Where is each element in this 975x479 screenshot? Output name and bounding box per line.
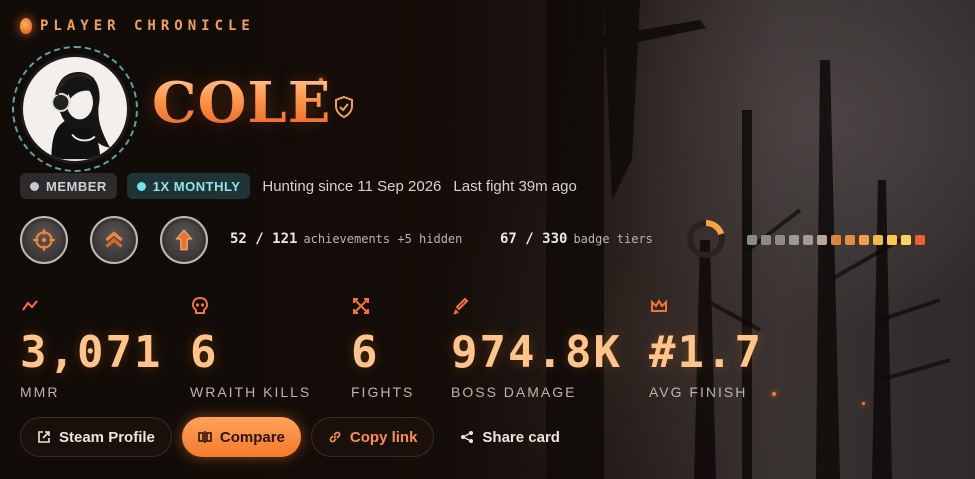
monthly-badge: 1X MONTHLY [126,173,251,199]
tier-swatch [775,235,785,245]
stat-value: 6 [351,327,380,378]
stat-wraith-kills: 6 WRAITH KILLS [190,296,311,400]
member-label: MEMBER [46,178,107,194]
tier-swatch [887,235,897,245]
tier-swatch [789,235,799,245]
compare-button[interactable]: Compare [181,417,301,457]
tier-swatches [747,235,925,245]
external-link-icon [38,431,50,443]
tier-swatch [915,235,925,245]
tier-swatch [747,235,757,245]
member-badge: MEMBER [20,173,117,199]
tier-progress-ring [687,220,725,258]
stat-label: FIGHTS [351,384,415,400]
tier-swatch [845,235,855,245]
share-card-label: Share card [482,428,560,446]
stat-label: WRAITH KILLS [190,384,312,400]
steam-profile-button[interactable]: Steam Profile [20,417,172,457]
steam-profile-label: Steam Profile [59,428,155,446]
tier-swatch [859,235,869,245]
shield-check-icon [335,95,353,119]
tier-swatch [803,235,813,245]
avatar [20,54,130,164]
badge-arrow[interactable] [160,216,208,264]
crossed-swords-icon [353,298,369,314]
hunting-since: Hunting since 11 Sep 2026 [262,177,442,195]
stat-mmr: 3,071 MMR [20,296,162,400]
crown-icon [651,299,667,312]
section-eyebrow: PLAYER CHRONICLE [20,18,255,34]
tier-swatch [817,235,827,245]
action-bar: Steam Profile Compare Copy link Share ca… [20,417,576,457]
tier-swatch [873,235,883,245]
badge-rank[interactable] [90,216,138,264]
ember-spark [772,392,776,396]
stat-value: 974.8K [451,327,622,378]
compare-label: Compare [219,428,285,446]
tier-swatch [831,235,841,245]
badge-tiers-summary: 67 / 330 badge tiers [500,231,653,247]
share-icon [461,431,474,443]
monthly-dot-icon [136,181,146,191]
status-row: MEMBER 1X MONTHLY Hunting since 11 Sep 2… [20,173,577,199]
badge-tiers-count: 67 / 330 [500,231,568,247]
compare-icon [198,431,212,443]
avatar-ring[interactable] [12,46,138,172]
last-fight: Last fight 39m ago [453,177,577,195]
share-card-button[interactable]: Share card [444,417,576,457]
badge-tiers-label: badge tiers [573,232,653,246]
skull-icon [191,296,209,314]
badge-row [20,216,208,264]
player-card: PLAYER CHRONICLE COLE MEMBER 1X MONTHLY … [0,0,975,479]
achievements-summary: 52 / 121 achievements +5 hidden [230,231,462,247]
copy-link-label: Copy link [349,428,418,446]
stat-label: BOSS DAMAGE [451,384,577,400]
arrow-up-icon [175,229,193,251]
stat-avg-finish: #1.7 AVG FINISH [649,296,763,400]
stat-value: #1.7 [649,327,763,378]
stat-value: 6 [190,327,219,378]
trend-icon [22,300,38,311]
player-name: COLE [152,70,332,136]
chevron-rank-icon [105,231,123,248]
stat-boss-damage: 974.8K BOSS DAMAGE [451,296,622,400]
monthly-label: 1X MONTHLY [152,178,241,194]
tier-swatch [761,235,771,245]
stat-label: MMR [20,384,60,400]
tier-swatch [901,235,911,245]
link-icon [329,431,341,443]
stat-value: 3,071 [20,327,163,378]
member-dot-icon [30,181,39,191]
crosshair-icon [33,229,55,251]
badge-crosshair[interactable] [20,216,68,264]
stat-label: AVG FINISH [649,384,748,400]
stat-fights: 6 FIGHTS [351,296,414,400]
achievements-count: 52 / 121 [230,231,298,247]
flame-icon [20,18,32,34]
avatar-art-icon [51,71,110,160]
eyebrow-label: PLAYER CHRONICLE [40,18,255,34]
copy-link-button[interactable]: Copy link [310,417,435,457]
sword-icon [453,297,469,315]
ember-spark [862,402,865,405]
achievements-label: achievements +5 hidden [303,232,463,246]
